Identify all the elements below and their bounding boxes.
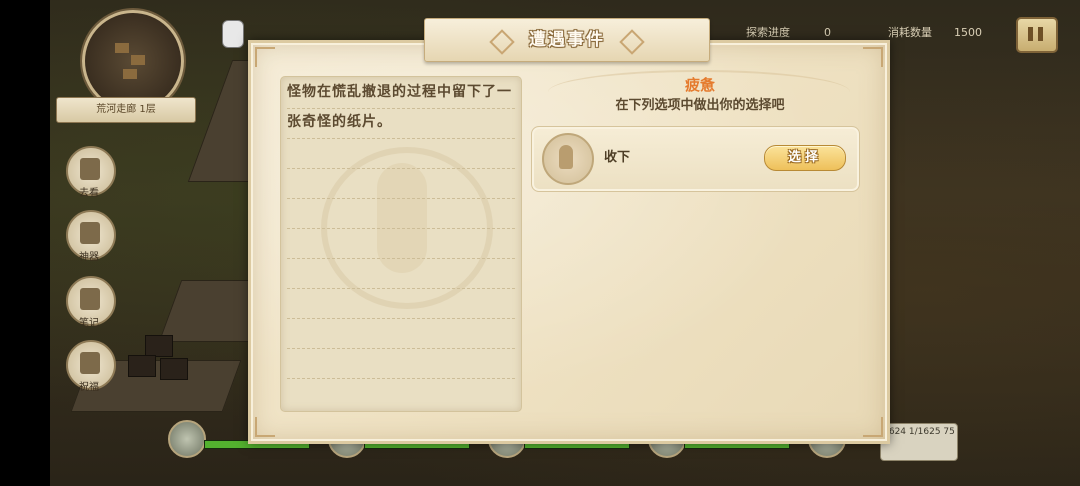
map-pin-icon (80, 158, 100, 180)
blessing-icon (80, 352, 100, 374)
crate (145, 335, 173, 357)
stat-consume-value: 1500 (954, 26, 982, 39)
pause-icon (1038, 27, 1043, 41)
panel-corner-ornament (255, 417, 275, 437)
artifact-icon (80, 222, 100, 244)
side-label-artifact: 神器 (79, 252, 99, 263)
crate (160, 358, 188, 380)
ruled-line (287, 198, 515, 199)
ruled-line (287, 378, 515, 379)
panel-corner-ornament (863, 47, 883, 67)
option-card[interactable]: 收下 选择 (531, 126, 860, 192)
option-label: 收下 (604, 150, 631, 165)
ruled-line (287, 348, 515, 349)
dialog-title: 遭遇事件 (529, 30, 605, 50)
ruled-line (287, 168, 515, 169)
minimap-room (123, 69, 137, 79)
ruled-line (287, 228, 515, 229)
side-label-map: 去看 (79, 188, 99, 199)
story-text: 怪物在慌乱撤退的过程中留下了一张奇怪的纸片。 (287, 84, 512, 130)
flower-crest-icon (542, 133, 594, 185)
ruled-line (287, 258, 515, 259)
side-label-blessing: 祝福 (79, 382, 99, 393)
story-box: 怪物在慌乱撤退的过程中留下了一张奇怪的纸片。 (280, 76, 522, 412)
dialog-title-plate: 遭遇事件 (424, 18, 710, 62)
side-label-notebook: 笔记 (79, 318, 99, 329)
ruled-line (287, 288, 515, 289)
pause-icon (1028, 27, 1033, 41)
event-name: 疲惫 (684, 76, 715, 94)
panel-corner-ornament (255, 47, 275, 67)
ruled-line (287, 138, 515, 139)
floor-label: 荒河走廊 1层 (56, 97, 196, 123)
stat-consume-label: 消耗数量 (888, 26, 932, 39)
panel-corner-ornament (863, 417, 883, 437)
avatar (168, 420, 206, 458)
ruled-line (287, 318, 515, 319)
minimap-room (115, 43, 129, 53)
hp-readout: 1624 1/1625 75 (880, 423, 958, 461)
choice-prompt: 在下列选项中做出你的选择吧 (615, 98, 785, 113)
crate (128, 355, 156, 377)
select-button[interactable]: 选择 (764, 145, 846, 171)
notebook-icon (80, 288, 100, 310)
lantern-icon[interactable] (222, 20, 244, 48)
pause-button[interactable] (1016, 17, 1058, 53)
minimap-room (131, 55, 145, 65)
